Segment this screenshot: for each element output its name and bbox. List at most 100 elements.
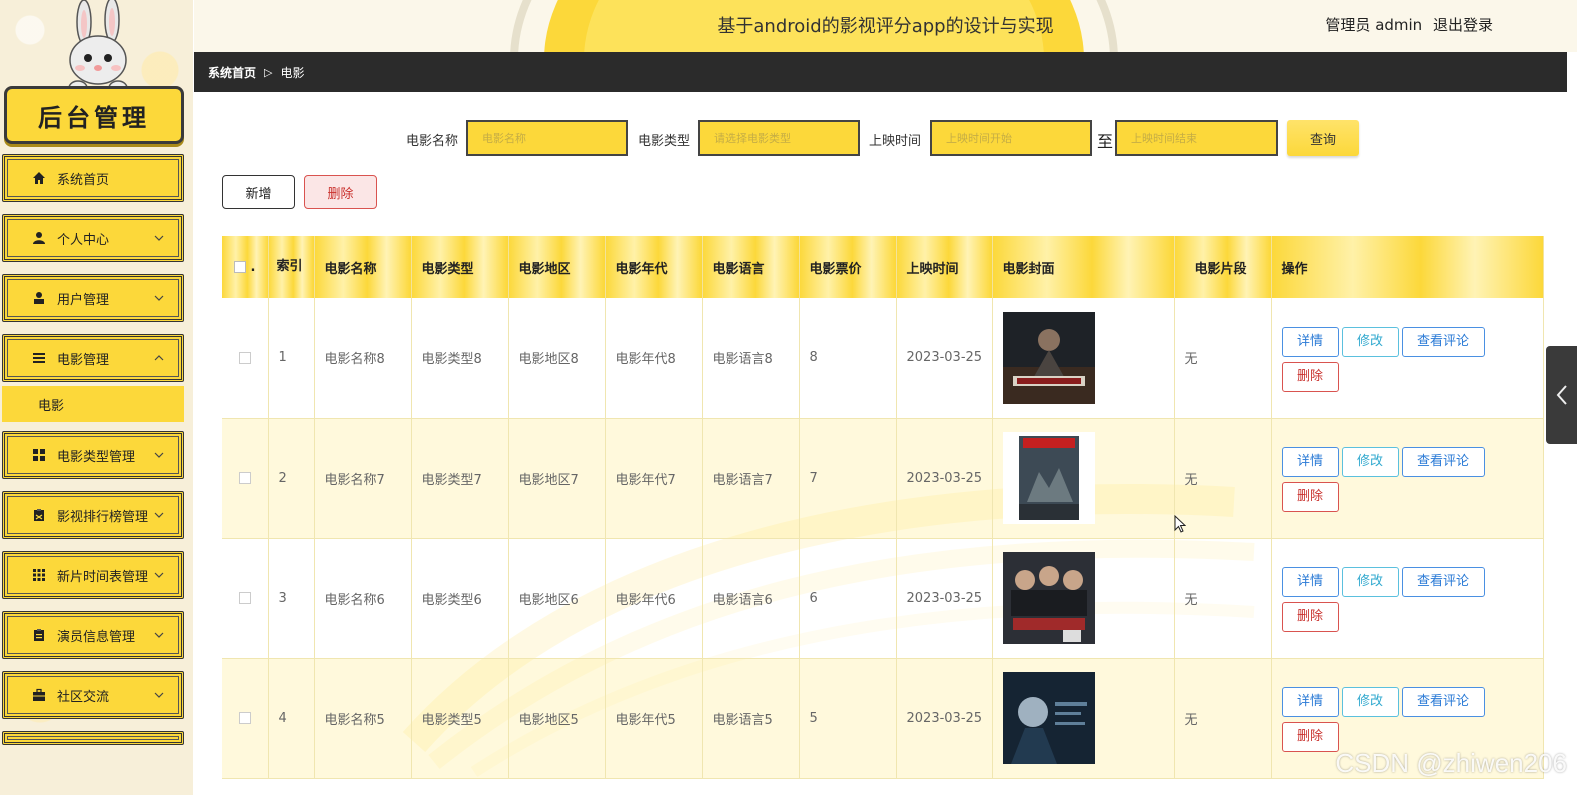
sidebar-item-profile[interactable]: 个人中心 bbox=[2, 214, 184, 262]
cell-clip: 无 bbox=[1174, 658, 1272, 779]
cell-ops: 详情 修改 查看评论 删除 bbox=[1271, 538, 1544, 659]
date-range-separator: 至 bbox=[1097, 132, 1114, 151]
chevron-left-icon bbox=[1556, 385, 1567, 405]
movie-table: . 索引 电影名称 电影类型 电影地区 电影年代 电影语言 电影票价 上映时间 … bbox=[222, 236, 1544, 779]
cell-name: 电影名称8 bbox=[314, 298, 412, 419]
row-checkbox[interactable] bbox=[238, 592, 251, 604]
sidebar-item-movie-types[interactable]: 电影类型管理 bbox=[2, 431, 184, 479]
detail-button[interactable]: 详情 bbox=[1281, 687, 1339, 717]
movie-type-select[interactable] bbox=[698, 120, 860, 156]
release-date-label: 上映时间 bbox=[869, 134, 922, 149]
edit-button[interactable]: 修改 bbox=[1341, 567, 1399, 597]
header-language: 电影语言 bbox=[702, 236, 800, 298]
delete-button[interactable]: 删除 bbox=[1281, 602, 1339, 632]
cell-year: 电影年代7 bbox=[605, 418, 703, 539]
chevron-down-icon bbox=[154, 692, 164, 698]
select-all-checkbox[interactable] bbox=[234, 261, 247, 273]
chevron-down-icon bbox=[154, 632, 164, 638]
clipboard-icon bbox=[31, 507, 47, 523]
sidebar-item-label: 用户管理 bbox=[57, 292, 110, 308]
movie-poster-image[interactable] bbox=[1002, 672, 1095, 764]
breadcrumb-separator: ▷ bbox=[264, 65, 273, 79]
edit-button[interactable]: 修改 bbox=[1341, 447, 1399, 477]
cell-year: 电影年代8 bbox=[605, 298, 703, 419]
sidebar: 后台管理 系统首页 个人中心 用户管理 电影管理 电影 电影类型管理 影视排行榜… bbox=[0, 0, 193, 795]
row-checkbox[interactable] bbox=[238, 351, 251, 364]
sidebar-item-partial[interactable] bbox=[2, 731, 184, 745]
cell-cover bbox=[992, 418, 1175, 539]
home-icon bbox=[31, 170, 47, 186]
sidebar-item-home[interactable]: 系统首页 bbox=[2, 154, 184, 202]
cell-region: 电影地区6 bbox=[508, 538, 606, 659]
header-cover: 电影封面 bbox=[992, 236, 1175, 298]
cell-index: 2 bbox=[268, 418, 315, 539]
table-row: 3 电影名称6 电影类型6 电影地区6 电影年代6 电影语言6 6 2023-0… bbox=[222, 538, 1544, 659]
cell-cover bbox=[992, 538, 1175, 659]
chevron-up-icon bbox=[154, 355, 164, 361]
add-button[interactable]: 新增 bbox=[222, 175, 295, 209]
cell-type: 电影类型8 bbox=[411, 298, 509, 419]
delete-button[interactable]: 删除 bbox=[1281, 361, 1339, 392]
view-comments-button[interactable]: 查看评论 bbox=[1401, 326, 1485, 357]
header-price: 电影票价 bbox=[799, 236, 897, 298]
cell-type: 电影类型6 bbox=[411, 538, 509, 659]
detail-button[interactable]: 详情 bbox=[1281, 326, 1339, 357]
cell-year: 电影年代5 bbox=[605, 658, 703, 779]
delete-button[interactable]: 删除 bbox=[1281, 482, 1339, 512]
cell-price: 5 bbox=[799, 658, 897, 779]
movie-name-input[interactable] bbox=[466, 120, 628, 156]
view-comments-button[interactable]: 查看评论 bbox=[1401, 567, 1485, 597]
edit-button[interactable]: 修改 bbox=[1341, 687, 1399, 717]
detail-button[interactable]: 详情 bbox=[1281, 567, 1339, 597]
logout-link[interactable]: 退出登录 bbox=[1433, 16, 1493, 34]
cell-clip: 无 bbox=[1174, 538, 1272, 659]
cell-cover bbox=[992, 298, 1175, 419]
sidebar-item-movies[interactable]: 电影管理 bbox=[2, 334, 184, 382]
cell-price: 7 bbox=[799, 418, 897, 539]
movie-poster-image[interactable] bbox=[1002, 311, 1095, 404]
sidebar-item-label: 影视排行榜管理 bbox=[57, 509, 149, 525]
sidebar-item-users[interactable]: 用户管理 bbox=[2, 274, 184, 322]
header-type: 电影类型 bbox=[411, 236, 509, 298]
edit-button[interactable]: 修改 bbox=[1341, 326, 1399, 357]
sidebar-item-label: 新片时间表管理 bbox=[57, 569, 149, 585]
movie-type-label: 电影类型 bbox=[638, 134, 691, 149]
cell-language: 电影语言7 bbox=[702, 418, 800, 539]
view-comments-button[interactable]: 查看评论 bbox=[1401, 447, 1485, 477]
cell-ops: 详情 修改 查看评论 删除 bbox=[1271, 418, 1544, 539]
search-bar: 电影名称 电影类型 上映时间 至 查询 bbox=[194, 120, 1567, 156]
header-year: 电影年代 bbox=[605, 236, 703, 298]
movie-poster-image[interactable] bbox=[1002, 432, 1095, 524]
sidebar-item-rankings[interactable]: 影视排行榜管理 bbox=[2, 491, 184, 539]
sidebar-item-actors[interactable]: 演员信息管理 bbox=[2, 611, 184, 659]
grid-icon bbox=[31, 447, 47, 463]
watermark: CSDN @zhiwen206 bbox=[1335, 748, 1567, 778]
delete-button[interactable]: 删除 bbox=[1281, 722, 1339, 752]
row-checkbox[interactable] bbox=[238, 712, 251, 724]
row-checkbox[interactable] bbox=[238, 472, 251, 484]
release-date-end-input[interactable] bbox=[1115, 120, 1278, 156]
breadcrumb: 系统首页 ▷ 电影 bbox=[194, 52, 1567, 92]
movie-poster-image[interactable] bbox=[1002, 552, 1095, 644]
sidebar-item-schedule[interactable]: 新片时间表管理 bbox=[2, 551, 184, 599]
header-release: 上映时间 bbox=[896, 236, 993, 298]
breadcrumb-home[interactable]: 系统首页 bbox=[208, 64, 256, 81]
collapse-panel-toggle[interactable] bbox=[1546, 346, 1577, 444]
cell-index: 3 bbox=[268, 538, 315, 659]
cell-clip: 无 bbox=[1174, 298, 1272, 419]
header-user-area: 管理员 admin 退出登录 bbox=[1319, 14, 1493, 35]
release-date-start-input[interactable] bbox=[930, 120, 1092, 156]
cell-index: 1 bbox=[268, 298, 315, 419]
query-button[interactable]: 查询 bbox=[1287, 120, 1359, 156]
cell-release: 2023-03-25 bbox=[896, 298, 993, 419]
batch-delete-button[interactable]: 删除 bbox=[304, 175, 377, 209]
row-check-cell bbox=[222, 418, 269, 539]
row-check-cell bbox=[222, 658, 269, 779]
sidebar-subitem-movie[interactable]: 电影 bbox=[2, 386, 184, 422]
cell-cover bbox=[992, 658, 1175, 779]
detail-button[interactable]: 详情 bbox=[1281, 447, 1339, 477]
view-comments-button[interactable]: 查看评论 bbox=[1401, 687, 1485, 717]
chevron-down-icon bbox=[154, 235, 164, 241]
apps-icon bbox=[31, 567, 47, 583]
sidebar-item-community[interactable]: 社区交流 bbox=[2, 671, 184, 719]
